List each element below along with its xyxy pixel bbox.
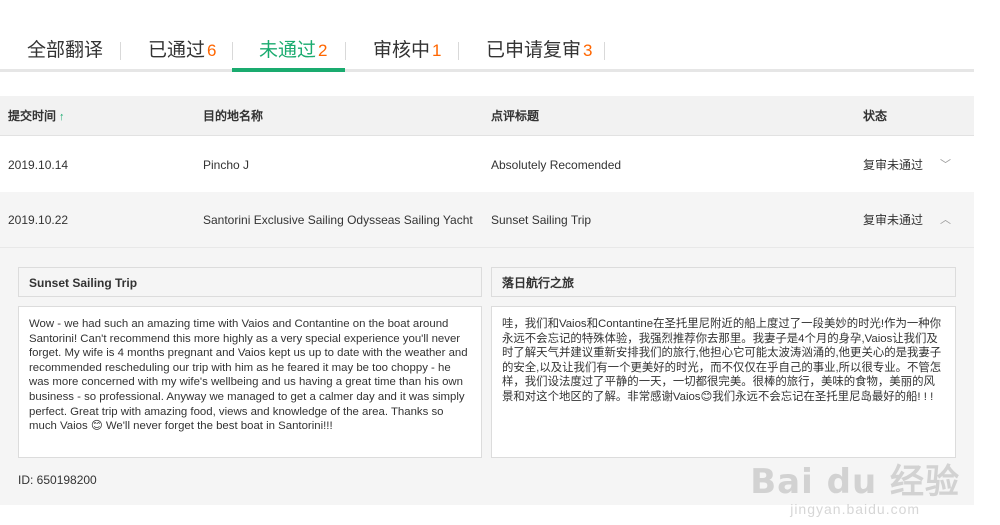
table-row[interactable]: 2019.10.14 Pincho J Absolutely Recomende… — [0, 137, 974, 193]
chevron-down-icon[interactable]: ﹀ — [940, 137, 951, 193]
status-badge: 复审未通过 — [863, 213, 924, 227]
tab-re-review-requested[interactable]: 已申请复审 3 — [486, 36, 592, 66]
translated-review-text: 哇，我们和Vaios和Contantine在圣托里尼附近的船上度过了一段美妙的时… — [491, 306, 956, 458]
original-review-text: Wow - we had such an amazing time with V… — [18, 306, 482, 458]
tab-count: 3 — [583, 41, 593, 60]
tab-all-translations[interactable]: 全部翻译 — [27, 36, 103, 66]
tab-label: 已通过 — [148, 40, 206, 61]
review-title: Absolutely Recomended — [491, 158, 622, 172]
tab-count: 2 — [318, 41, 328, 60]
tab-separator — [345, 42, 346, 60]
submit-time: 2019.10.22 — [8, 213, 69, 227]
tab-label: 已申请复审 — [486, 40, 582, 61]
table-header: 提交时间 ↑ 目的地名称 点评标题 状态 — [0, 96, 974, 136]
translated-review-title: 落日航行之旅 — [491, 267, 956, 297]
active-tab-indicator — [232, 68, 345, 72]
column-header-status: 状态 — [863, 109, 888, 123]
tab-separator — [604, 42, 605, 60]
tab-under-review[interactable]: 审核中 1 — [373, 36, 441, 66]
column-header-destination: 目的地名称 — [203, 109, 264, 123]
tab-count: 6 — [207, 41, 217, 60]
chevron-up-icon[interactable]: ︿ — [940, 192, 951, 248]
submit-time: 2019.10.14 — [8, 158, 69, 172]
sort-ascending-icon[interactable]: ↑ — [59, 111, 65, 123]
status-badge: 复审未通过 — [863, 158, 924, 172]
tab-approved[interactable]: 已通过 6 — [148, 36, 216, 66]
destination-name: Santorini Exclusive Sailing Odysseas Sai… — [203, 213, 473, 227]
review-title: Sunset Sailing Trip — [491, 213, 592, 227]
watermark-url: jingyan.baidu.com — [790, 501, 921, 517]
tab-label: 全部翻译 — [27, 40, 104, 61]
tab-count: 1 — [432, 41, 442, 60]
table-row[interactable]: 2019.10.22 Santorini Exclusive Sailing O… — [0, 192, 974, 248]
column-header-submit-time[interactable]: 提交时间 ↑ — [8, 96, 65, 136]
tab-label: 审核中 — [373, 40, 431, 61]
tab-not-approved[interactable]: 未通过 2 — [259, 36, 327, 66]
watermark: Bai du 经验 jingyan.baidu.com — [750, 454, 960, 517]
original-review-title: Sunset Sailing Trip — [18, 267, 482, 297]
tab-separator — [232, 42, 233, 60]
review-id: ID: 650198200 — [18, 473, 97, 487]
tab-separator — [120, 42, 121, 60]
baidu-logo: Bai du 经验 — [750, 462, 960, 502]
tab-label: 未通过 — [259, 40, 317, 61]
tab-separator — [458, 42, 459, 60]
tab-bar: 全部翻译 已通过 6 未通过 2 审核中 1 已申请复审 3 — [0, 0, 974, 72]
column-header-review-title: 点评标题 — [491, 109, 540, 123]
destination-name: Pincho J — [203, 158, 250, 172]
